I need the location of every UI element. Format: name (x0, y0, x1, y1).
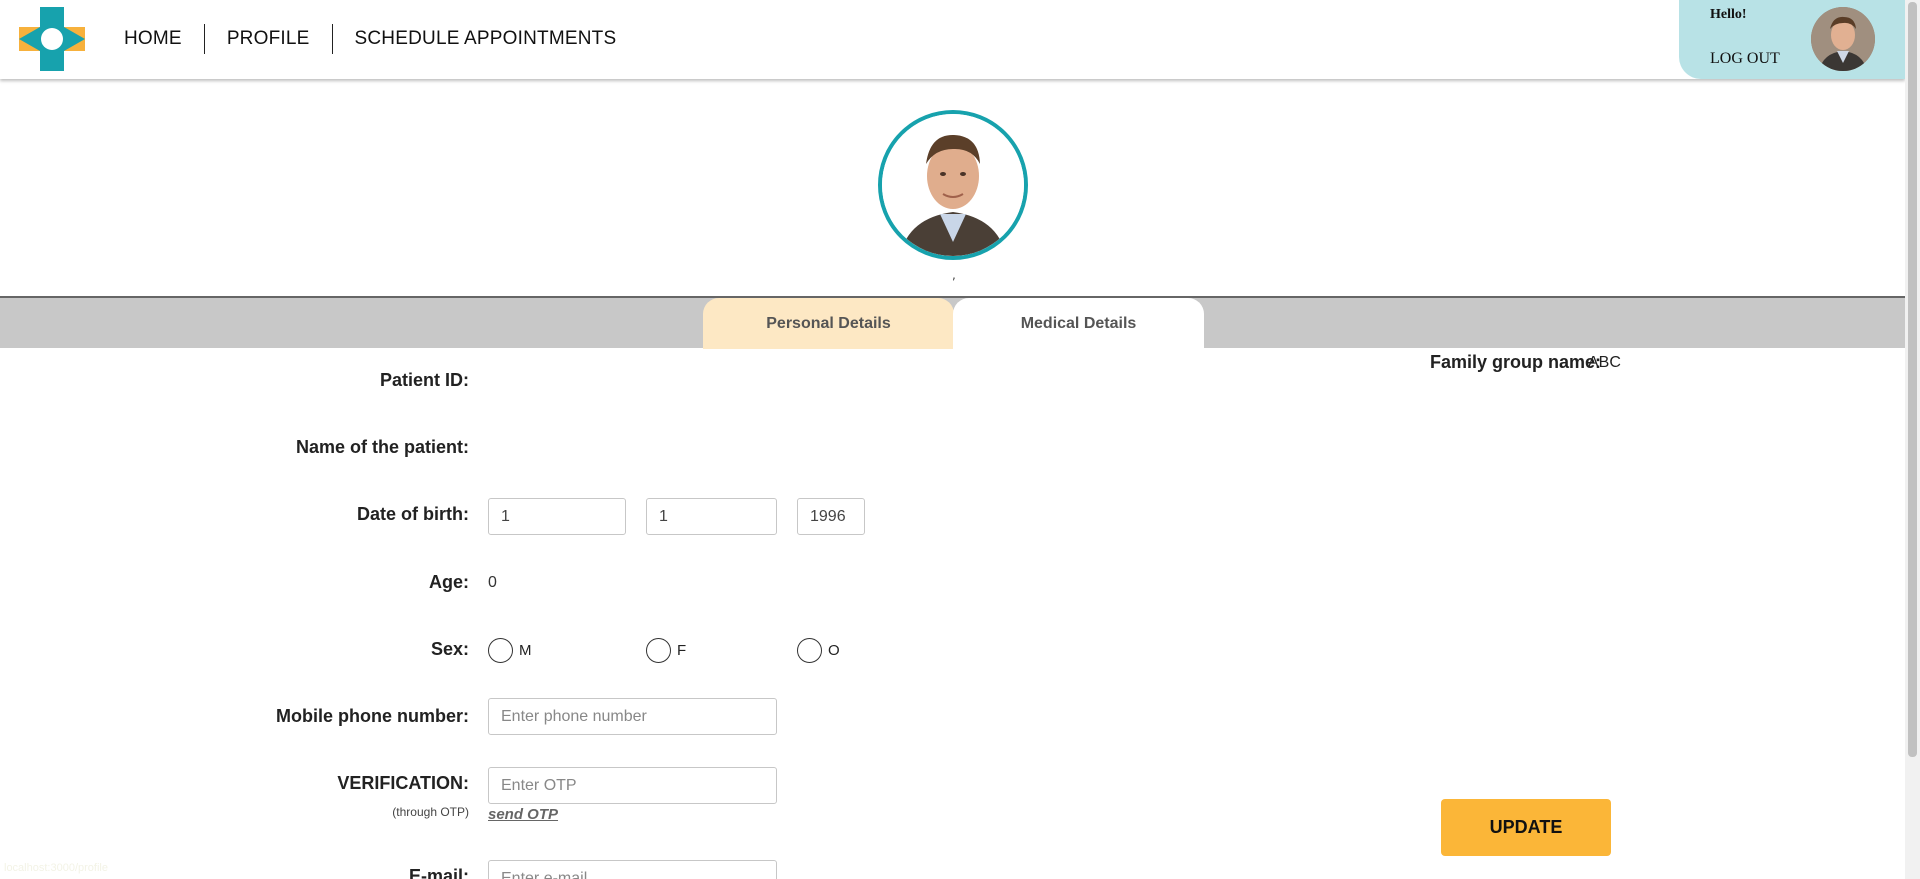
status-url: localhost:3000/profile (4, 862, 108, 874)
phone-label: Mobile phone number: (276, 706, 469, 726)
profile-caption: , (952, 268, 956, 282)
tab-medical-details[interactable]: Medical Details (953, 298, 1204, 349)
email-label: E-mail: (408, 866, 469, 879)
verification-label: VERIFICATION: (337, 773, 469, 793)
age-label: Age: (429, 572, 469, 592)
patient-id-label: Patient ID: (379, 370, 469, 390)
sex-option-label: M (519, 642, 532, 659)
sex-option-label: F (677, 642, 687, 659)
profile-picture[interactable] (878, 110, 1028, 260)
patient-name-label: Name of the patient: (295, 437, 469, 457)
sex-radio-o[interactable] (797, 638, 822, 663)
dob-label: Date of birth: (357, 504, 469, 524)
nav-profile[interactable]: PROFILE (205, 28, 332, 50)
nav-home[interactable]: HOME (102, 28, 204, 50)
main-nav: HOME PROFILE SCHEDULE APPOINTMENTS (102, 24, 638, 54)
dob-year-input[interactable]: 1996 (797, 498, 865, 535)
clinic-logo[interactable] (19, 7, 85, 71)
update-button[interactable]: UPDATE (1441, 799, 1611, 856)
verification-sublabel: (through OTP) (392, 805, 469, 819)
family-group-value: ABC (1588, 354, 1621, 371)
sex-option-label: O (828, 642, 840, 659)
email-input[interactable]: Enter e-mail (488, 860, 777, 879)
nav-schedule-appointments[interactable]: SCHEDULE APPOINTMENTS (333, 28, 639, 50)
age-value: 0 (488, 574, 497, 591)
logout-link[interactable]: LOG OUT (1710, 50, 1780, 68)
header-avatar[interactable] (1811, 7, 1875, 71)
send-otp-link[interactable]: send OTP (488, 806, 558, 823)
sex-radio-f[interactable] (646, 638, 671, 663)
sex-label: Sex: (430, 639, 469, 659)
otp-input[interactable]: Enter OTP (488, 767, 777, 804)
dob-day-input[interactable]: 1 (488, 498, 626, 535)
page-scrollbar[interactable] (1905, 0, 1920, 879)
family-group-label: Family group name: (1430, 352, 1602, 372)
scrollbar-thumb[interactable] (1908, 2, 1917, 757)
sex-radio-m[interactable] (488, 638, 513, 663)
dob-month-input[interactable]: 1 (646, 498, 777, 535)
user-panel: Hello! LOG OUT (1679, 0, 1905, 79)
tab-personal-details[interactable]: Personal Details (703, 298, 954, 349)
top-header: HOME PROFILE SCHEDULE APPOINTMENTS Hello… (0, 0, 1905, 79)
phone-input[interactable]: Enter phone number (488, 698, 777, 735)
greeting: Hello! (1710, 7, 1747, 22)
